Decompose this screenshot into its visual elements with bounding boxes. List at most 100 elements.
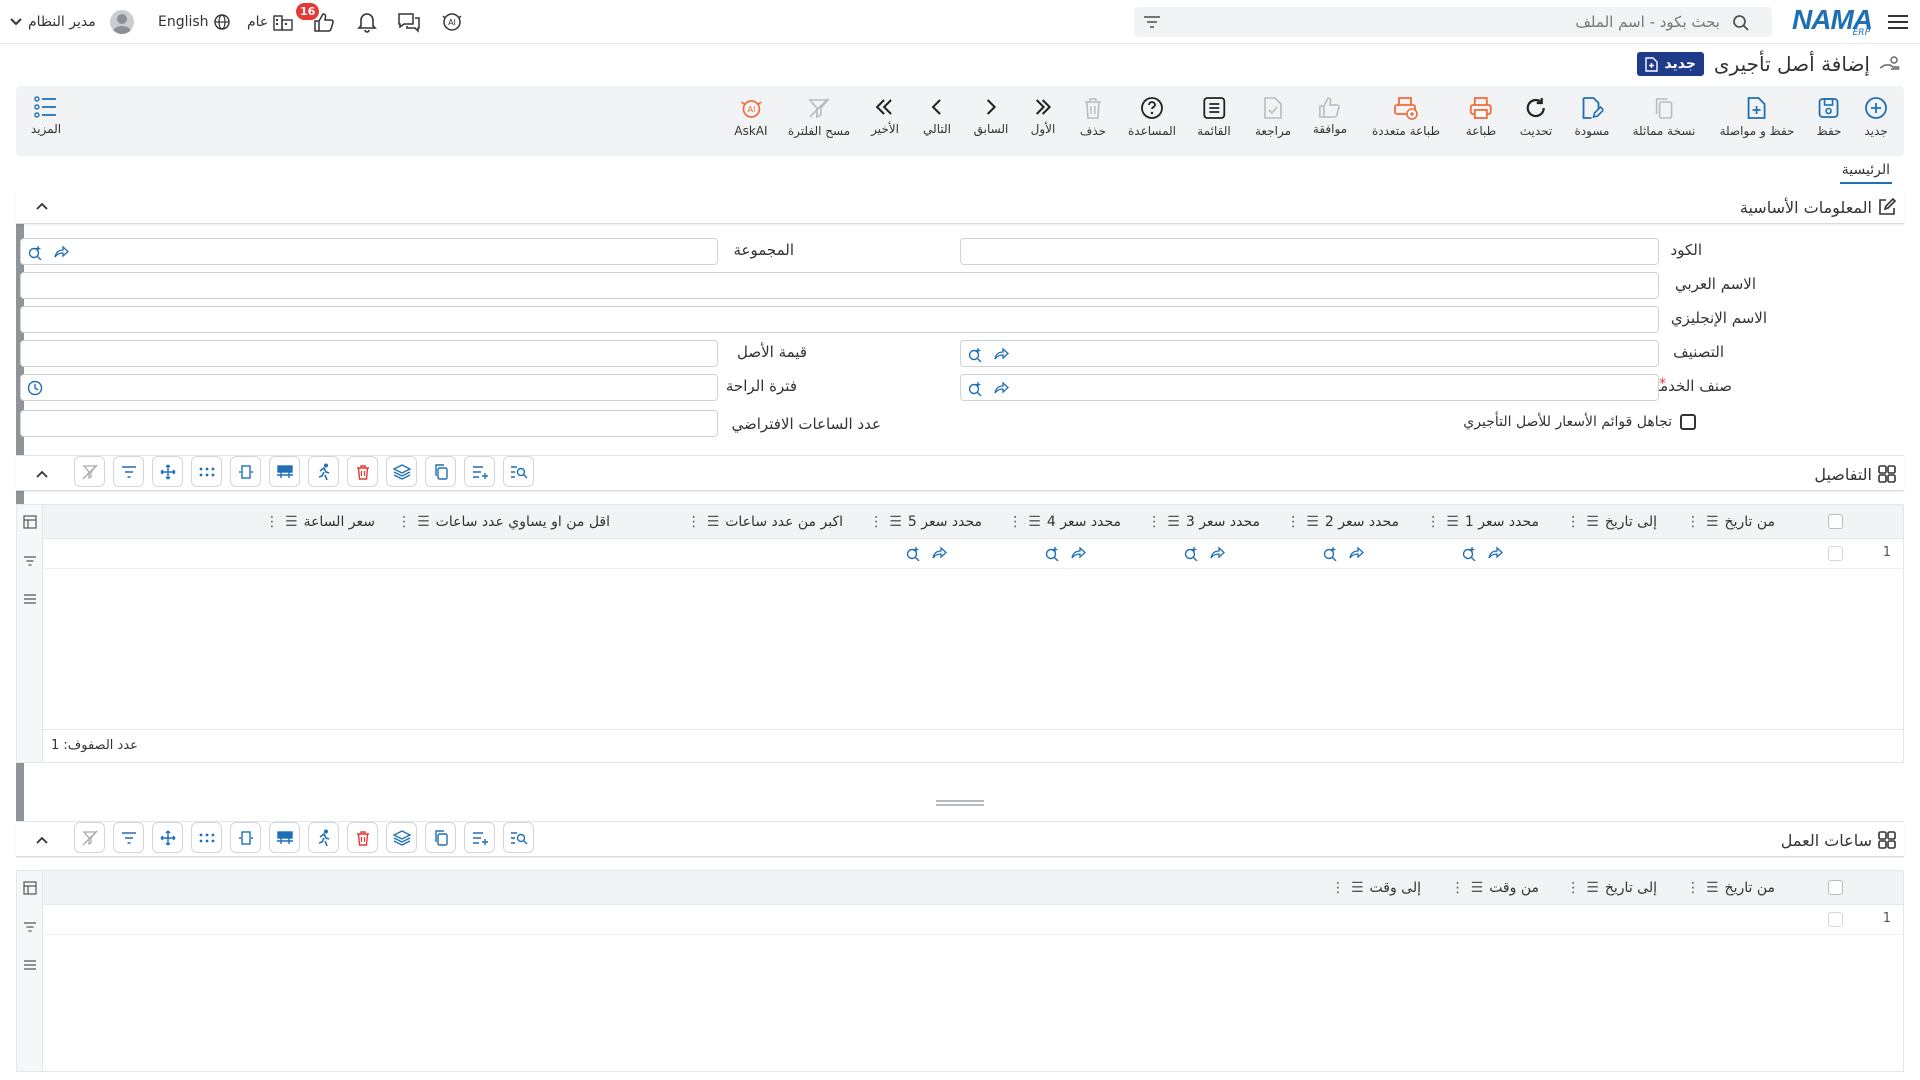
collapse-chevron-icon[interactable] bbox=[36, 836, 48, 844]
resize-splitter-handle[interactable] bbox=[936, 800, 984, 806]
default-hours-input[interactable] bbox=[20, 410, 718, 437]
col-hours-less[interactable]: ⋮ ☰ اقل من او يساوي عدد ساعات bbox=[385, 505, 620, 539]
grid-move-button[interactable] bbox=[152, 822, 183, 853]
ignore-price-lists-checkbox[interactable]: تجاهل قوائم الأسعار للأصل التأجيري bbox=[1463, 414, 1696, 430]
grid-copy-button[interactable] bbox=[425, 822, 456, 853]
select-all-checkbox[interactable] bbox=[1828, 514, 1843, 529]
toolbar-save-continue-button[interactable]: حفظ و مواصلة bbox=[1720, 96, 1794, 138]
col-price-4[interactable]: ⋮ ☰ محدد سعر 4 bbox=[992, 505, 1131, 539]
col-to-time[interactable]: ⋮ ☰ إلى وقت bbox=[1313, 871, 1431, 905]
grid-run-button[interactable] bbox=[308, 822, 339, 853]
rest-period-input[interactable] bbox=[20, 374, 718, 401]
toolbar-prev-button[interactable]: السابق bbox=[974, 96, 1008, 136]
lookup-search-icon[interactable] bbox=[905, 545, 921, 561]
grid-delete-button[interactable] bbox=[347, 456, 378, 487]
grid-add-row-button[interactable] bbox=[464, 822, 495, 853]
branch-selector[interactable]: عام bbox=[247, 11, 293, 33]
toolbar-askai-button[interactable]: AI AskAI bbox=[734, 96, 768, 138]
open-link-icon[interactable] bbox=[53, 244, 69, 260]
columns-panel-icon[interactable] bbox=[23, 881, 37, 895]
english-name-input[interactable] bbox=[20, 306, 1659, 333]
collapse-chevron-icon[interactable] bbox=[36, 202, 48, 210]
col-to-date[interactable]: ⋮ ☰ إلى تاريخ bbox=[1549, 505, 1667, 539]
toolbar-print-button[interactable]: طباعة bbox=[1466, 96, 1496, 138]
toolbar-review-button[interactable]: مراجعة bbox=[1255, 96, 1291, 138]
col-hour-price[interactable]: ⋮ ☰ سعر الساعة bbox=[249, 505, 385, 539]
ai-assistant-icon[interactable]: AI bbox=[439, 10, 465, 34]
collapse-chevron-icon[interactable] bbox=[36, 470, 48, 478]
col-price-2[interactable]: ⋮ ☰ محدد سعر 2 bbox=[1270, 505, 1409, 539]
table-row[interactable]: 1 bbox=[43, 539, 1903, 569]
chat-icon[interactable] bbox=[396, 11, 422, 33]
lookup-search-icon[interactable] bbox=[967, 380, 983, 396]
grid-dots-button[interactable] bbox=[191, 456, 222, 487]
clock-icon[interactable] bbox=[27, 380, 43, 396]
open-link-icon[interactable] bbox=[931, 545, 947, 561]
grid-table-button[interactable] bbox=[269, 456, 300, 487]
asset-value-input[interactable] bbox=[20, 340, 718, 367]
grid-filter-button[interactable] bbox=[113, 822, 144, 853]
code-input[interactable] bbox=[960, 238, 1659, 265]
grid-run-button[interactable] bbox=[308, 456, 339, 487]
toolbar-approve-button[interactable]: موافقة bbox=[1313, 96, 1347, 136]
grid-layers-button[interactable] bbox=[386, 822, 417, 853]
lookup-search-icon[interactable] bbox=[1461, 545, 1477, 561]
toolbar-next-button[interactable]: التالي bbox=[923, 96, 951, 136]
columns-panel-icon[interactable] bbox=[23, 515, 37, 529]
hamburger-menu-icon[interactable] bbox=[1886, 10, 1910, 34]
row-checkbox[interactable] bbox=[1828, 912, 1843, 927]
open-link-icon[interactable] bbox=[993, 380, 1009, 396]
language-switch[interactable]: English bbox=[158, 11, 230, 33]
filter-panel-icon[interactable] bbox=[23, 555, 37, 567]
toolbar-first-button[interactable]: الأول bbox=[1031, 96, 1055, 136]
toolbar-refresh-button[interactable]: تحديث bbox=[1520, 96, 1552, 138]
lookup-search-icon[interactable] bbox=[1183, 545, 1199, 561]
filter-panel-icon[interactable] bbox=[23, 921, 37, 933]
grid-table-button[interactable] bbox=[269, 822, 300, 853]
grid-copy-button[interactable] bbox=[425, 456, 456, 487]
open-link-icon[interactable] bbox=[993, 346, 1009, 362]
col-from-time[interactable]: ⋮ ☰ من وقت bbox=[1431, 871, 1549, 905]
grid-fit-columns-button[interactable] bbox=[230, 822, 261, 853]
table-row[interactable]: 1 bbox=[43, 905, 1903, 935]
lookup-search-icon[interactable] bbox=[967, 346, 983, 362]
col-from-date[interactable]: ⋮ ☰ من تاريخ bbox=[1667, 871, 1785, 905]
grid-add-row-button[interactable] bbox=[464, 456, 495, 487]
select-all-checkbox[interactable] bbox=[1828, 880, 1843, 895]
toolbar-draft-button[interactable]: مسودة bbox=[1575, 96, 1609, 138]
filter-lines-icon[interactable] bbox=[1144, 15, 1160, 29]
grid-search-button[interactable] bbox=[503, 822, 534, 853]
col-price-5[interactable]: ⋮ ☰ محدد سعر 5 bbox=[853, 505, 992, 539]
menu-panel-icon[interactable] bbox=[23, 959, 37, 971]
grid-filter-button[interactable] bbox=[113, 456, 144, 487]
toolbar-last-button[interactable]: الأخير bbox=[871, 96, 899, 136]
grid-clear-filter-button[interactable] bbox=[74, 456, 105, 487]
col-hours-greater[interactable]: ⋮ ☰ اكبر من عدد ساعات bbox=[620, 505, 853, 539]
toolbar-list-button[interactable]: القائمة bbox=[1197, 96, 1231, 138]
col-price-1[interactable]: ⋮ ☰ محدد سعر 1 bbox=[1409, 505, 1549, 539]
toolbar-multi-print-button[interactable]: طباعة متعددة bbox=[1372, 96, 1440, 138]
toolbar-duplicate-button[interactable]: نسخة مماثلة bbox=[1633, 96, 1695, 138]
tab-main[interactable]: الرئيسية bbox=[1839, 162, 1892, 184]
lookup-search-icon[interactable] bbox=[27, 244, 43, 260]
toolbar-help-button[interactable]: المساعدة bbox=[1128, 96, 1176, 138]
toolbar-new-button[interactable]: جديد bbox=[1864, 96, 1888, 138]
grid-move-button[interactable] bbox=[152, 456, 183, 487]
lookup-search-icon[interactable] bbox=[1322, 545, 1338, 561]
grid-dots-button[interactable] bbox=[191, 822, 222, 853]
basic-info-header[interactable]: المعلومات الأساسية bbox=[16, 190, 1904, 224]
logo[interactable]: NAMA ERP bbox=[1788, 4, 1873, 40]
grid-delete-button[interactable] bbox=[347, 822, 378, 853]
grid-fit-columns-button[interactable] bbox=[230, 456, 261, 487]
arabic-name-input[interactable] bbox=[20, 272, 1659, 299]
col-from-date[interactable]: ⋮ ☰ من تاريخ bbox=[1667, 505, 1785, 539]
toolbar-delete-button[interactable]: حذف bbox=[1080, 96, 1106, 138]
user-menu[interactable]: مدير النظام bbox=[10, 10, 134, 34]
open-link-icon[interactable] bbox=[1209, 545, 1225, 561]
toolbar-clear-filter-button[interactable]: مسح الفلترة bbox=[788, 96, 850, 138]
group-lookup[interactable] bbox=[20, 238, 718, 265]
grid-search-button[interactable] bbox=[503, 456, 534, 487]
open-link-icon[interactable] bbox=[1487, 545, 1503, 561]
bell-icon[interactable] bbox=[355, 11, 379, 33]
checkbox-box[interactable] bbox=[1680, 414, 1696, 430]
